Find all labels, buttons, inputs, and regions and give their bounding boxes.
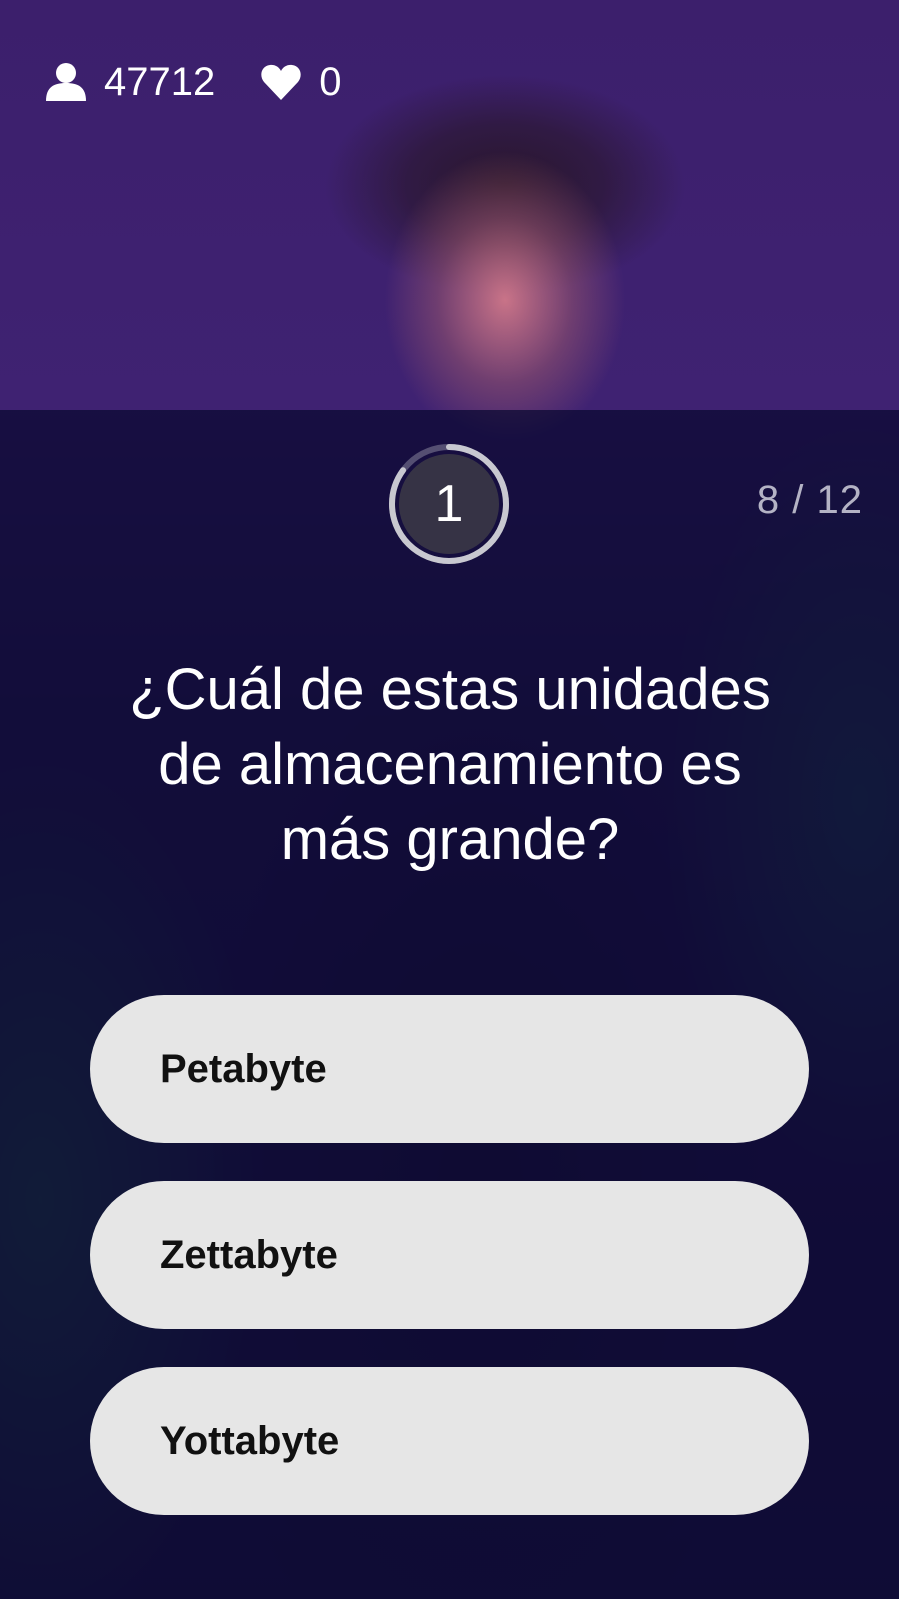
answer-option-1[interactable]: Petabyte <box>90 995 809 1143</box>
quiz-screen: 47712 0 1 8 / 12 ¿Cuál de estas unidades… <box>0 0 899 1599</box>
answer-option-3[interactable]: Yottabyte <box>90 1367 809 1515</box>
heart-icon <box>261 64 301 100</box>
stats-bar: 47712 0 <box>46 62 341 102</box>
user-icon <box>46 63 86 101</box>
question-text: ¿Cuál de estas unidades de almacenamient… <box>129 657 771 872</box>
lives-count: 0 <box>261 62 341 102</box>
countdown-timer: 1 <box>387 442 511 566</box>
answer-label: Petabyte <box>160 1046 327 1091</box>
answer-label: Yottabyte <box>160 1418 340 1463</box>
lives-count-value: 0 <box>319 60 342 104</box>
timer-value: 1 <box>434 475 464 533</box>
viewer-count-value: 47712 <box>104 60 216 104</box>
question-progress: 8 / 12 <box>756 478 863 522</box>
answer-list: Petabyte Zettabyte Yottabyte <box>90 995 809 1515</box>
answer-label: Zettabyte <box>160 1232 338 1277</box>
answer-option-2[interactable]: Zettabyte <box>90 1181 809 1329</box>
viewer-count: 47712 <box>46 62 215 102</box>
